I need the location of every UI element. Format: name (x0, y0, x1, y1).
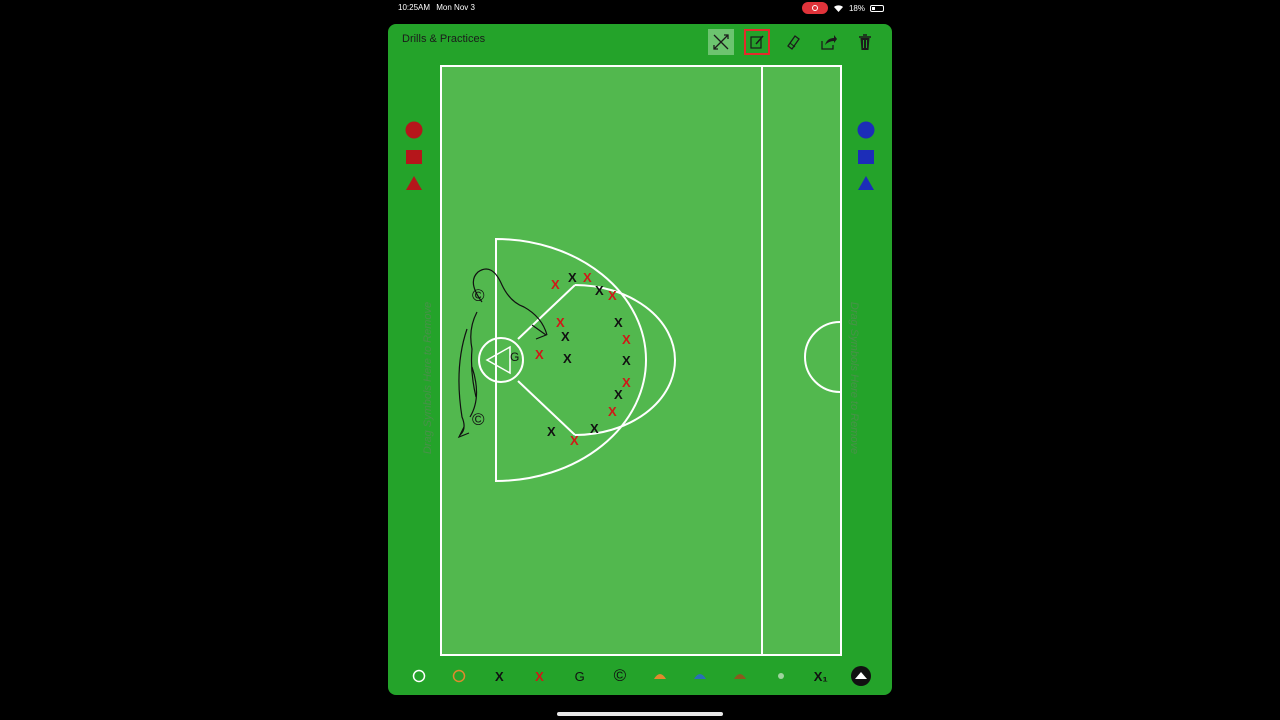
white-dot-icon (412, 669, 426, 683)
goalie-button[interactable]: G (567, 663, 593, 689)
blue-circle-icon[interactable] (857, 121, 875, 139)
goalie-symbol: G (574, 668, 585, 684)
team-red-palette (405, 121, 423, 191)
black-player-marker[interactable]: X (614, 315, 623, 330)
home-indicator[interactable] (557, 712, 723, 716)
orange-dot-icon (452, 669, 466, 683)
team-blue-palette (857, 121, 875, 191)
red-square-icon[interactable] (405, 149, 423, 165)
status-time: 10:25AM (398, 3, 431, 12)
red-player-marker[interactable]: X (551, 277, 560, 292)
red-player-marker[interactable]: X (535, 347, 544, 362)
symbol-tray: X X G © X₁ (406, 662, 874, 690)
center-marker[interactable]: © (472, 286, 485, 306)
red-circle-icon[interactable] (405, 121, 423, 139)
expand-tray-button[interactable] (848, 663, 874, 689)
black-x-button[interactable]: X (486, 663, 512, 689)
trash-icon (859, 33, 871, 50)
trash-button[interactable] (852, 29, 878, 55)
brown-cone-icon (734, 674, 747, 679)
red-player-marker[interactable]: X (570, 433, 579, 448)
red-player-marker[interactable]: X (622, 332, 631, 347)
wifi-icon (833, 4, 843, 12)
battery-percent: 18% (848, 3, 865, 13)
share-icon (821, 35, 837, 50)
blue-triangle-icon[interactable] (857, 175, 875, 191)
white-dot-button[interactable] (406, 663, 432, 689)
black-player-marker[interactable]: X (595, 283, 604, 298)
ball-icon (777, 673, 784, 679)
black-player-marker[interactable]: X (568, 270, 577, 285)
battery-icon (870, 4, 884, 12)
drill-board-app: Drills & Practices Drag Symbols Here to … (388, 24, 892, 695)
black-player-marker[interactable]: X (561, 329, 570, 344)
orange-cone-button[interactable] (647, 663, 673, 689)
draw-pencil-icon (750, 35, 764, 49)
blue-square-icon[interactable] (857, 149, 875, 165)
draw-button[interactable] (744, 29, 770, 55)
toolbar (708, 29, 878, 55)
brown-cone-button[interactable] (727, 663, 753, 689)
status-bar: 10:25AM Mon Nov 3 18% (388, 0, 892, 16)
eraser-icon (787, 35, 800, 50)
red-triangle-icon[interactable] (405, 175, 423, 191)
numbered-x-button[interactable]: X₁ (808, 663, 834, 689)
center-marker[interactable]: © (472, 410, 485, 430)
blue-cone-button[interactable] (687, 663, 713, 689)
red-x-button[interactable]: X (527, 663, 553, 689)
lacrosse-field[interactable]: G © © X X X X X X X X X X X X X X X X X … (440, 65, 842, 656)
orange-dot-button[interactable] (446, 663, 472, 689)
expand-up-icon (850, 666, 871, 686)
share-button[interactable] (816, 29, 842, 55)
ball-button[interactable] (768, 663, 794, 689)
black-player-marker[interactable]: X (622, 353, 631, 368)
red-player-marker[interactable]: X (583, 270, 592, 285)
subscript-x-symbol: X₁ (813, 668, 828, 684)
remove-zone-left[interactable]: Drag Symbols Here to Remove (422, 302, 434, 454)
red-player-marker[interactable]: X (622, 375, 631, 390)
red-player-marker[interactable]: X (608, 288, 617, 303)
screen-record-icon[interactable] (801, 2, 828, 14)
center-symbol: © (613, 666, 627, 685)
red-player-marker[interactable]: X (608, 404, 617, 419)
field-markings (457, 67, 840, 654)
red-x-symbol: X (535, 668, 544, 684)
orange-cone-icon (654, 674, 667, 679)
lines-tool-button[interactable] (708, 29, 734, 55)
status-date: Mon Nov 3 (436, 3, 475, 12)
black-player-marker[interactable]: X (563, 351, 572, 366)
goalie-marker[interactable]: G (510, 350, 519, 364)
black-x-symbol: X (495, 668, 504, 684)
blue-cone-icon (694, 674, 707, 679)
black-player-marker[interactable]: X (614, 387, 623, 402)
black-player-marker[interactable]: X (547, 424, 556, 439)
red-player-marker[interactable]: X (556, 315, 565, 330)
app-title: Drills & Practices (402, 33, 486, 45)
eraser-button[interactable] (780, 29, 806, 55)
remove-zone-right[interactable]: Drag Symbols Here to Remove (848, 302, 860, 454)
center-button[interactable]: © (607, 663, 633, 689)
lines-tool-icon (713, 34, 729, 50)
black-player-marker[interactable]: X (590, 421, 599, 436)
